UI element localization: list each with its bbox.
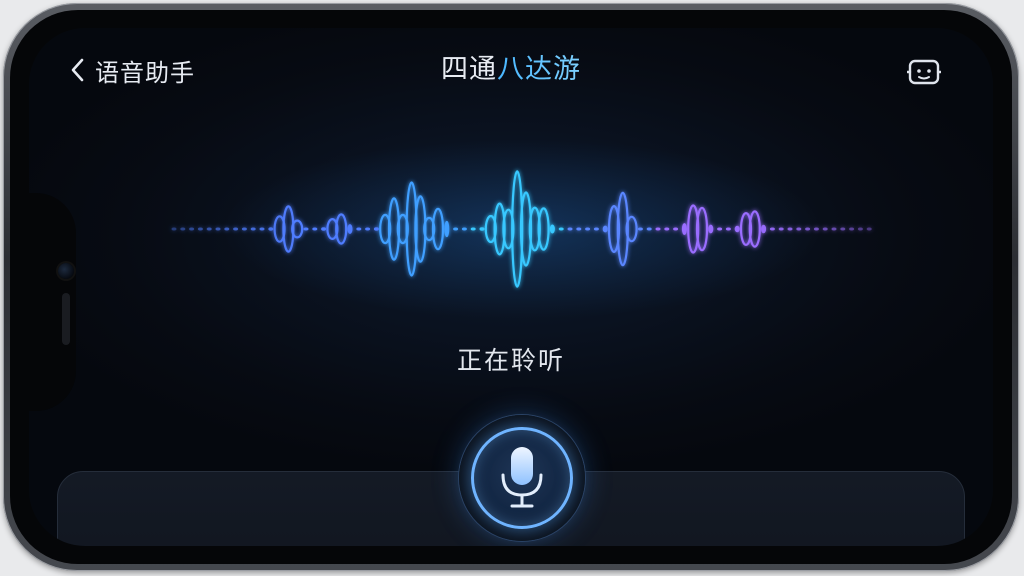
- waveform-bar: [206, 227, 212, 231]
- waveform-bar: [646, 227, 652, 231]
- waveform-bar: [787, 227, 793, 231]
- waveform-bar: [224, 227, 230, 231]
- waveform-bar: [444, 220, 450, 238]
- waveform-bar: [673, 227, 679, 231]
- phone-frame: 语音助手 四通八达游 正在聆听: [3, 3, 1019, 571]
- waveform-bar: [453, 227, 459, 231]
- waveform-bar: [215, 227, 221, 231]
- waveform-bar: [470, 227, 476, 231]
- waveform-bar: [805, 227, 811, 231]
- waveform-bar: [813, 227, 819, 231]
- waveform-bar: [655, 227, 661, 231]
- waveform-bar: [822, 227, 828, 231]
- waveform-bar: [197, 227, 203, 231]
- waveform-bar: [233, 227, 239, 231]
- waveform-bar: [769, 227, 775, 231]
- waveform-bar: [189, 227, 195, 231]
- waveform-bar: [602, 225, 608, 233]
- earpiece-speaker: [62, 293, 70, 345]
- waveform-bar: [549, 224, 555, 234]
- waveform-bar: [840, 227, 846, 231]
- listening-status: 正在聆听: [456, 346, 565, 375]
- waveform-bar: [681, 223, 687, 235]
- phone-bezel: 语音助手 四通八达游 正在聆听: [10, 10, 1012, 564]
- mic-button[interactable]: [459, 415, 585, 541]
- waveform-bar: [171, 227, 177, 231]
- waveform-bar: [585, 227, 591, 231]
- waveform-bar: [576, 227, 582, 231]
- waveform-bar: [259, 227, 265, 231]
- waveform-bar: [365, 227, 371, 231]
- front-camera: [58, 263, 74, 279]
- screen: 语音助手 四通八达游 正在聆听: [29, 28, 993, 546]
- waveform-bar: [778, 227, 784, 231]
- waveform-bar: [180, 227, 186, 231]
- waveform-bar: [708, 224, 714, 234]
- waveform-bar: [664, 227, 670, 231]
- waveform-bar: [321, 227, 327, 231]
- waveform-bar: [717, 227, 723, 231]
- waveform-bar: [347, 224, 353, 234]
- waveform-bar: [849, 227, 855, 231]
- waveform-bar: [268, 227, 274, 231]
- microphone-icon: [501, 447, 543, 508]
- waveform-bar: [356, 227, 362, 231]
- waveform-bar: [593, 227, 599, 231]
- waveform-bar: [303, 227, 309, 231]
- waveform-bar: [373, 227, 379, 231]
- waveform-bar: [312, 227, 318, 231]
- waveform-bar: [796, 227, 802, 231]
- waveform-bar: [558, 227, 564, 231]
- waveform-bar: [734, 225, 740, 233]
- waveform-bar: [761, 224, 767, 234]
- waveform-bar: [567, 227, 573, 231]
- waveform-bar: [250, 227, 256, 231]
- waveform-bar: [831, 227, 837, 231]
- waveform-bar: [479, 227, 485, 231]
- waveform-bar: [857, 227, 863, 231]
- waveform-bar: [637, 227, 643, 231]
- waveform-bar: [866, 227, 872, 231]
- waveform-bar: [461, 227, 467, 231]
- waveform-bar: [241, 227, 247, 231]
- waveform-bar: [725, 227, 731, 231]
